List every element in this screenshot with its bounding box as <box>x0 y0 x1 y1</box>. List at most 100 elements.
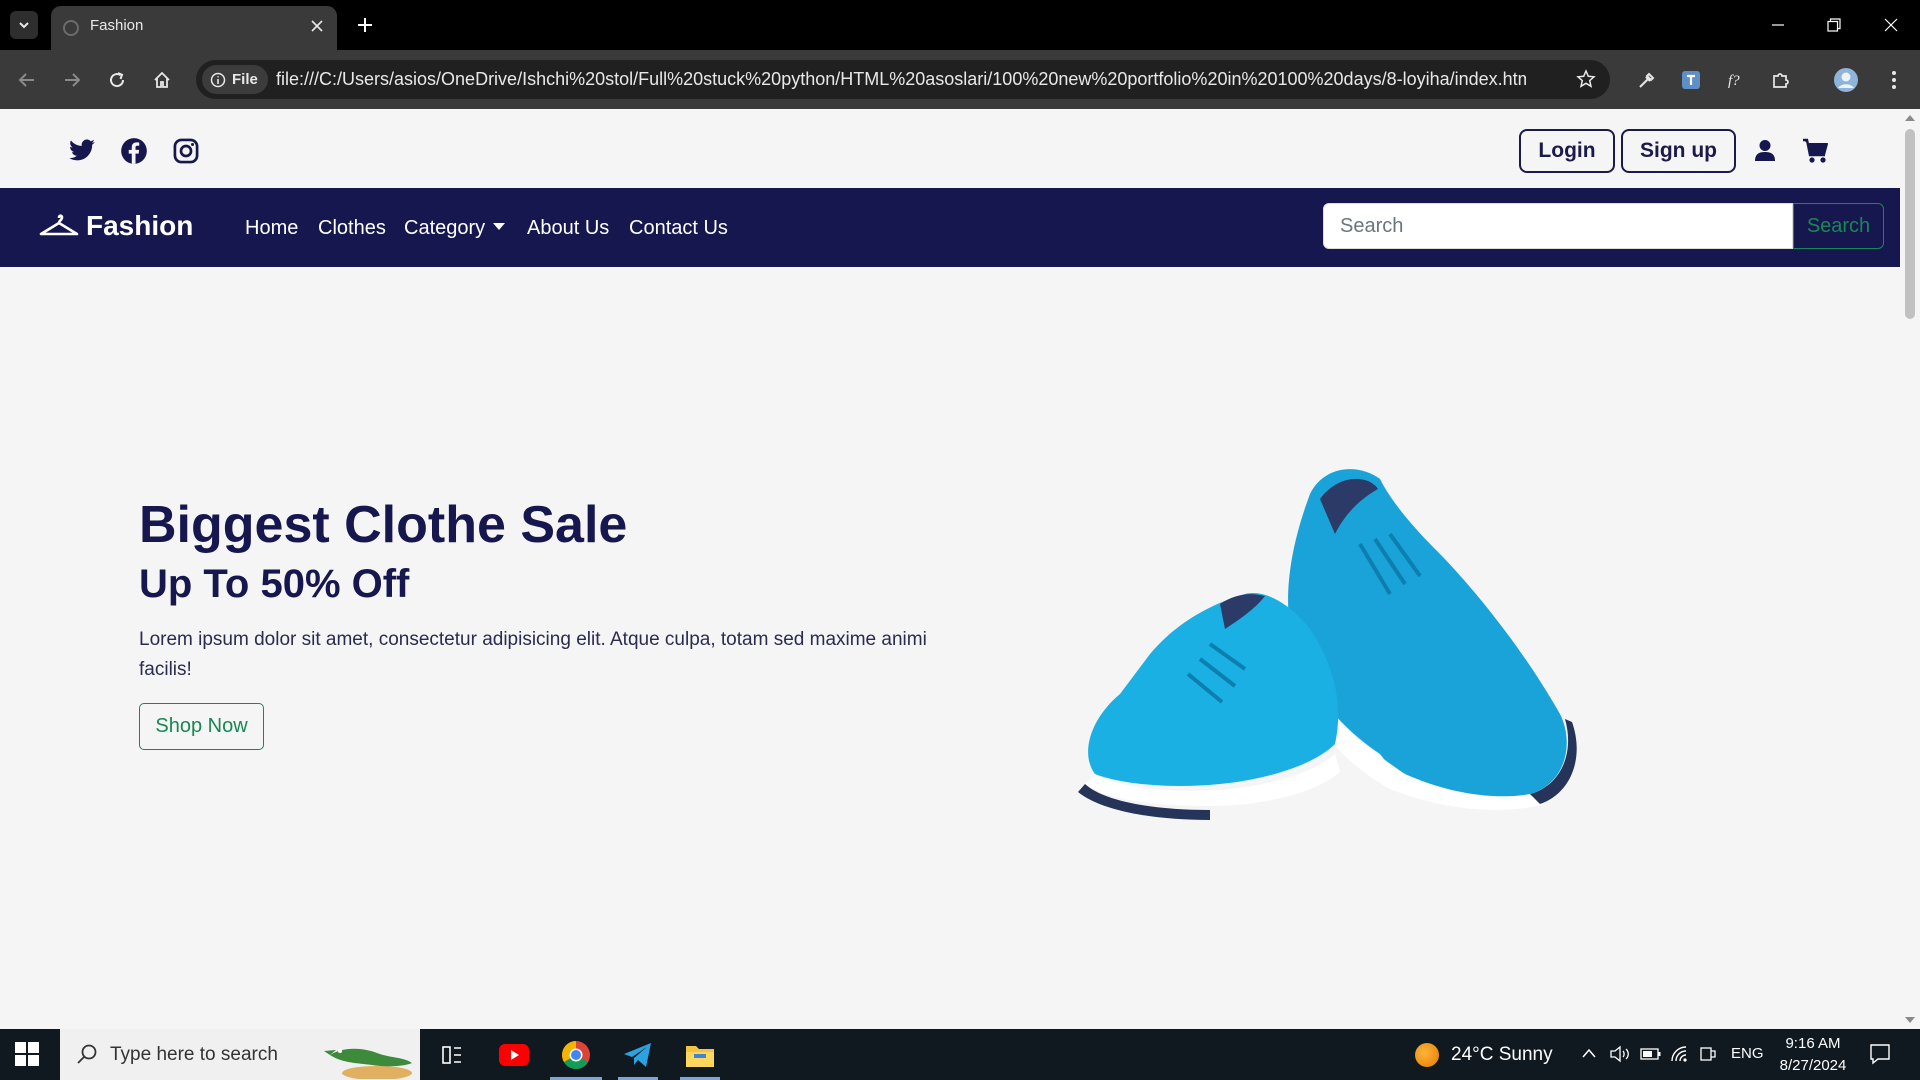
minimize-button[interactable] <box>1765 12 1791 38</box>
svg-text:f?: f? <box>1728 73 1740 89</box>
chrome-app[interactable] <box>546 1029 606 1080</box>
scrollbar-thumb[interactable] <box>1905 129 1915 319</box>
twitter-link[interactable] <box>67 136 97 166</box>
nav-clothes[interactable]: Clothes <box>318 216 386 240</box>
cart-link[interactable] <box>1801 136 1831 166</box>
site-info-chip[interactable]: File <box>202 65 268 94</box>
battery-icon[interactable] <box>1640 1047 1662 1061</box>
home-button[interactable] <box>148 66 176 94</box>
tab-title: Fashion <box>90 17 144 34</box>
clock[interactable]: 9:16 AM 8/27/2024 <box>1770 1033 1856 1077</box>
nav-contact[interactable]: Contact Us <box>629 216 728 240</box>
hero-title: Biggest Clothe Sale <box>139 496 628 554</box>
info-icon <box>210 72 226 87</box>
taskbar-search-box[interactable]: Type here to search <box>60 1029 420 1080</box>
restore-icon <box>1827 18 1841 32</box>
windows-taskbar: Type here to search 24°C Sunny ENG 9:16 … <box>0 1029 1920 1080</box>
minimize-icon <box>1772 24 1784 26</box>
wifi-icon[interactable] <box>1670 1045 1690 1063</box>
folder-icon <box>686 1045 714 1067</box>
shop-now-button[interactable]: Shop Now <box>139 703 264 750</box>
search-button[interactable]: Search <box>1793 203 1884 249</box>
brand-logo[interactable]: Fashion <box>38 210 193 242</box>
telegram-icon <box>624 1042 651 1067</box>
tab-favicon-icon <box>63 20 79 36</box>
tab-close-button[interactable] <box>307 16 327 36</box>
star-icon <box>1576 69 1596 88</box>
nav-home[interactable]: Home <box>245 216 298 240</box>
crocodile-icon <box>324 1048 412 1079</box>
forward-button[interactable] <box>58 66 86 94</box>
nav-about[interactable]: About Us <box>527 216 609 240</box>
file-explorer-app[interactable] <box>670 1029 730 1080</box>
signup-button[interactable]: Sign up <box>1621 129 1736 173</box>
browser-menu-button[interactable] <box>1880 66 1908 94</box>
browser-tab-strip: Fashion <box>0 0 1920 50</box>
scroll-up-icon[interactable] <box>1905 115 1915 121</box>
back-button[interactable] <box>13 66 41 94</box>
sneakers-image <box>1078 469 1577 820</box>
telegram-app[interactable] <box>608 1029 668 1080</box>
new-tab-button[interactable] <box>352 12 378 38</box>
language-indicator[interactable]: ENG <box>1731 1045 1764 1062</box>
brand-name: Fashion <box>86 210 194 241</box>
volume-icon[interactable] <box>1609 1045 1631 1063</box>
search-input[interactable] <box>1323 203 1793 249</box>
scroll-down-icon[interactable] <box>1905 1017 1915 1023</box>
close-icon <box>311 20 323 32</box>
extension-font[interactable]: f? <box>1722 66 1750 94</box>
close-icon <box>1884 18 1898 32</box>
bookmark-star-button[interactable] <box>1576 69 1596 94</box>
extension-translate[interactable] <box>1677 66 1705 94</box>
browser-tab-active[interactable]: Fashion <box>51 6 337 50</box>
twitter-icon <box>69 139 95 161</box>
profile-avatar[interactable] <box>1832 66 1860 94</box>
nav-category-dropdown[interactable]: Category <box>404 216 506 240</box>
web-page: Login Sign up Fashion Home Clothes Categ… <box>0 109 1900 1029</box>
weather-widget[interactable]: 24°C Sunny <box>1415 1043 1553 1067</box>
more-vertical-icon <box>1892 71 1896 89</box>
weather-text: 24°C Sunny <box>1451 1044 1553 1065</box>
extension-eyedropper[interactable] <box>1633 66 1661 94</box>
youtube-app[interactable] <box>484 1029 544 1080</box>
caret-down-icon <box>493 223 506 230</box>
browser-toolbar: File file:///C:/Users/asios/OneDrive/Ish… <box>0 50 1920 109</box>
address-bar[interactable]: File file:///C:/Users/asios/OneDrive/Ish… <box>196 60 1610 99</box>
clock-date: 8/27/2024 <box>1779 1057 1847 1074</box>
reload-button[interactable] <box>103 66 131 94</box>
chrome-icon <box>562 1040 590 1069</box>
youtube-icon <box>499 1043 529 1066</box>
nav-category-label: Category <box>404 217 486 239</box>
hero-subtitle: Up To 50% Off <box>139 562 410 606</box>
start-button[interactable] <box>14 1041 40 1067</box>
chevron-down-icon <box>19 22 29 29</box>
page-scrollbar[interactable] <box>1900 109 1920 1029</box>
restore-button[interactable] <box>1821 12 1847 38</box>
top-bar: Login Sign up <box>0 109 1900 188</box>
url-text[interactable]: file:///C:/Users/asios/OneDrive/Ishchi%2… <box>276 69 1526 90</box>
windows-logo-icon <box>15 1042 39 1066</box>
arrow-right-icon <box>65 73 81 87</box>
hero-description: Lorem ipsum dolor sit amet, consectetur … <box>139 629 927 680</box>
account-link[interactable] <box>1750 136 1780 166</box>
user-icon <box>1755 140 1775 161</box>
tab-search-button[interactable] <box>10 11 38 39</box>
task-view-icon <box>442 1045 461 1064</box>
font-icon: f? <box>1728 73 1740 89</box>
avatar-icon <box>1834 68 1858 92</box>
chevron-up-icon[interactable] <box>1581 1047 1597 1059</box>
task-view-button[interactable] <box>422 1029 482 1080</box>
instagram-icon <box>173 138 199 164</box>
translate-icon <box>1682 71 1700 89</box>
close-window-button[interactable] <box>1878 12 1904 38</box>
eyedropper-icon <box>1639 72 1655 88</box>
instagram-link[interactable] <box>171 136 201 166</box>
sun-icon <box>1415 1043 1439 1067</box>
facebook-icon <box>121 138 147 164</box>
login-button[interactable]: Login <box>1519 129 1615 173</box>
facebook-link[interactable] <box>119 136 149 166</box>
hanger-icon <box>39 214 79 236</box>
extensions-button[interactable] <box>1767 66 1795 94</box>
display-icon[interactable] <box>1699 1045 1717 1063</box>
notifications-icon[interactable] <box>1868 1042 1892 1066</box>
